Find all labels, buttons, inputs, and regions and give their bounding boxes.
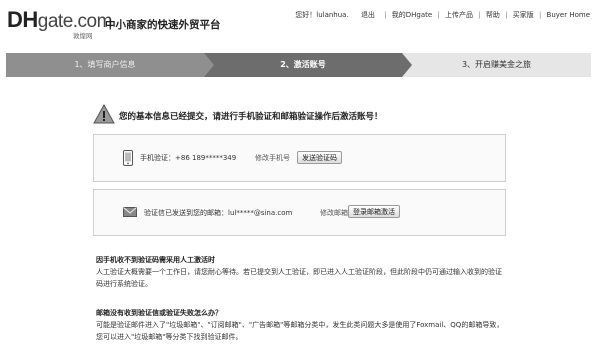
send-code-button[interactable]: 发送验证码 [297, 151, 342, 164]
top-navigation: 您好！lulanhua. 退出 | 我的DHgate | 上传产品 | 帮助 |… [295, 10, 590, 20]
email-address-label: 验证信已发送到您的邮箱：lul*****@sina.com [144, 209, 293, 217]
nav-my-dhgate[interactable]: 我的DHgate [392, 10, 432, 20]
nav-buyer-home[interactable]: Buyer Home [547, 11, 590, 19]
step-arrow [204, 53, 214, 77]
greeting-text: 您好！lulanhua. [295, 11, 349, 19]
nav-separator: | [437, 11, 440, 19]
step-arrow [402, 53, 412, 77]
header: DHgate.com 敦煌网 中小商家的快速外贸平台 您好！lulanhua. … [0, 0, 596, 44]
nav-upload-product[interactable]: 上传产品 [445, 10, 473, 20]
help-body: 可能是验证邮件进入了"垃圾邮箱"、"订阅邮箱"、"广告邮箱"等邮箱分类中，发生此… [96, 321, 504, 341]
modify-email-link[interactable]: 修改邮箱 [320, 208, 348, 218]
help-body: 人工验证大概需要一个工作日，请您耐心等待。若已提交到人工验证，即已进入人工验证阶… [96, 268, 502, 288]
warning-icon [93, 104, 115, 124]
submission-notice: 您的基本信息已经提交，请进行手机验证和邮箱验证操作后激活账号！ [93, 104, 513, 128]
notice-text: 您的基本信息已经提交，请进行手机验证和邮箱验证操作后激活账号！ [119, 112, 383, 122]
nav-separator: | [478, 11, 481, 19]
slogan: 中小商家的快速外贸平台 [105, 19, 221, 31]
progress-steps: 1、填写商户信息 2、激活账号 3、开启赚美金之旅 [6, 53, 591, 77]
help-title: 因手机收不到验证码需采用人工激活时 [96, 256, 215, 264]
phone-verification-box: 手机验证：+86 189*****349 修改手机号 发送验证码 [93, 134, 506, 182]
help-title: 邮箱没有收到验证信或验证失败怎么办？ [96, 309, 222, 317]
help-section-phone: 因手机收不到验证码需采用人工激活时 人工验证大概需要一个工作日，请您耐心等待。若… [96, 254, 506, 290]
login-email-activate-button[interactable]: 登录邮箱激活 [348, 205, 400, 218]
envelope-icon [123, 207, 137, 217]
nav-help[interactable]: 帮助 [486, 10, 500, 20]
nav-separator: | [384, 11, 387, 19]
nav-separator: | [538, 11, 542, 19]
step-fill-info: 1、填写商户信息 [6, 53, 204, 77]
step-start-earning: 3、开启赚美金之旅 [402, 53, 591, 77]
logo-text: DHgate.com [7, 7, 112, 33]
email-verification-box: 验证信已发送到您的邮箱：lul*****@sina.com 修改邮箱 登录邮箱激… [93, 189, 506, 236]
logout-link[interactable]: 退出 [361, 10, 375, 20]
nav-buyer-version[interactable]: 买家版 [513, 10, 534, 20]
phone-number-label: 手机验证：+86 189*****349 [140, 154, 237, 162]
logo-subtitle: 敦煌网 [73, 32, 93, 40]
nav-separator: | [505, 11, 508, 19]
step-activate-account: 2、激活账号 [204, 53, 402, 77]
help-section-email: 邮箱没有收到验证信或验证失败怎么办？ 可能是验证邮件进入了"垃圾邮箱"、"订阅邮… [96, 307, 506, 343]
dhgate-logo[interactable]: DHgate.com 敦煌网 [7, 7, 112, 41]
mobile-phone-icon [123, 150, 133, 166]
modify-phone-link[interactable]: 修改手机号 [255, 153, 290, 163]
